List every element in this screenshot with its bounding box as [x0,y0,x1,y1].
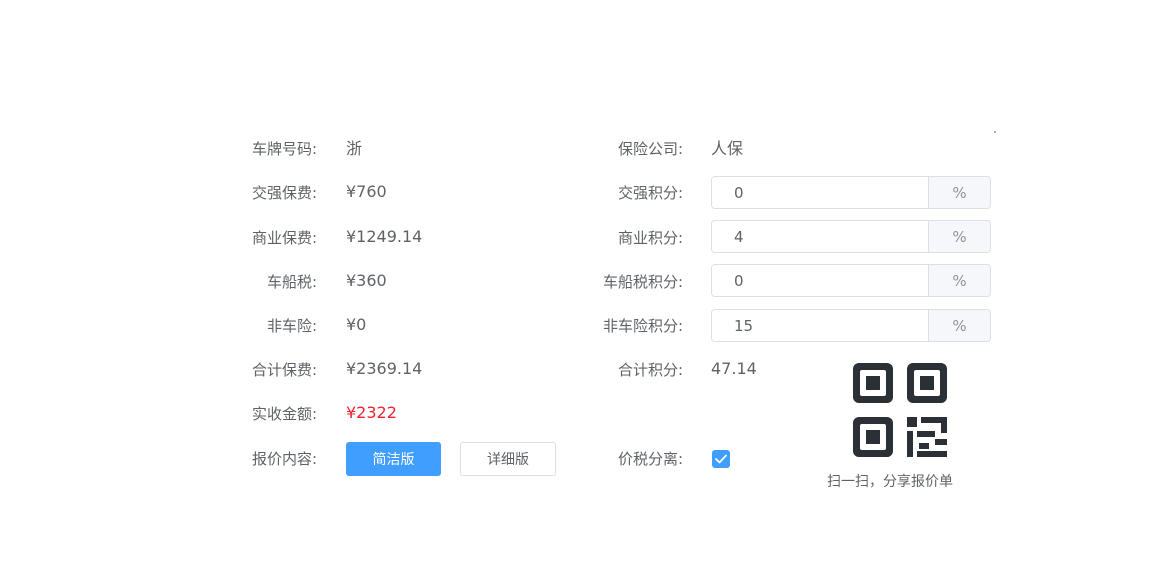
vessel-tax-label: 车船税: [266,273,317,291]
percent-suffix: % [928,310,990,341]
detailed-version-button[interactable]: 详细版 [460,442,556,476]
total-points-label: 合计积分: [617,361,683,379]
commercial-premium-value: ¥1249.14 [346,227,423,246]
actual-amount-label: 实收金额: [251,405,317,423]
vessel-tax-points-input[interactable] [712,265,928,296]
commercial-points-label: 商业积分: [617,229,683,247]
total-premium-label: 合计保费: [251,361,317,379]
check-icon [715,454,727,464]
quote-content-label: 报价内容: [251,450,317,468]
non-vehicle-value: ¥0 [346,315,367,334]
compulsory-premium-label: 交强保费: [251,184,317,202]
tax-separation-checkbox[interactable] [712,450,730,468]
vessel-tax-points-label: 车船税积分: [602,273,683,291]
non-vehicle-label: 非车险: [266,317,317,335]
commercial-points-group: % [711,220,991,253]
stray-dot [994,131,996,133]
compulsory-points-group: % [711,176,991,209]
compulsory-points-label: 交强积分: [617,184,683,202]
percent-suffix: % [928,177,990,208]
percent-suffix: % [928,221,990,252]
percent-suffix: % [928,265,990,296]
compulsory-premium-value: ¥760 [346,182,387,201]
non-vehicle-points-input[interactable] [712,310,928,341]
plate-number-label: 车牌号码: [251,140,317,158]
non-vehicle-points-label: 非车险积分: [602,317,683,335]
commercial-points-input[interactable] [712,221,928,252]
commercial-premium-label: 商业保费: [251,229,317,247]
total-premium-value: ¥2369.14 [346,359,423,378]
simple-version-button[interactable]: 简洁版 [346,442,441,476]
compulsory-points-input[interactable] [712,177,928,208]
actual-amount-value: ¥2322 [346,403,397,422]
insurer-value: 人保 [711,139,744,158]
qr-code-icon [853,363,947,457]
non-vehicle-points-group: % [711,309,991,342]
insurer-label: 保险公司: [617,140,683,158]
tax-separation-label: 价税分离: [617,450,683,468]
total-points-value: 47.14 [711,359,757,378]
vessel-tax-value: ¥360 [346,271,387,290]
vessel-tax-points-group: % [711,264,991,297]
plate-number-value: 浙 [346,139,363,158]
qr-caption: 扫一扫，分享报价单 [827,474,953,490]
